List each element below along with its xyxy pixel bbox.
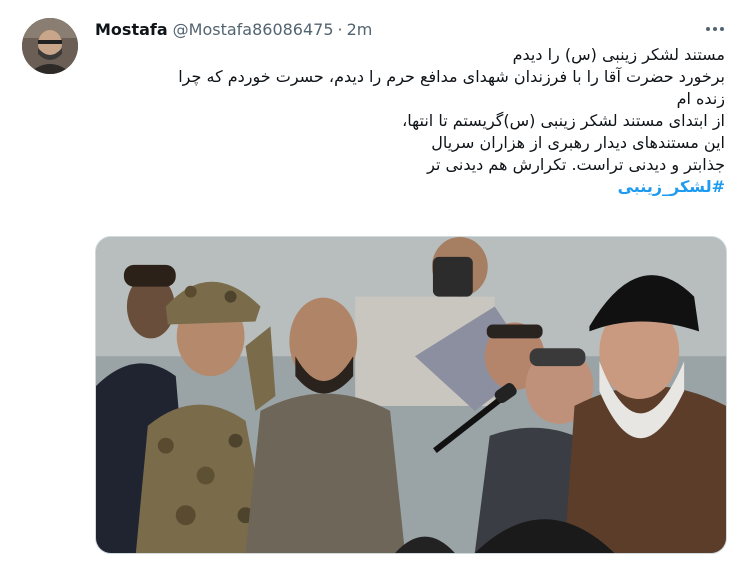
tweet-header: Mostafa @Mostafa86086475 · 2m	[95, 18, 372, 40]
tweet-line: برخورد حضرت آقا را با فرزندان شهدای مداف…	[178, 67, 725, 86]
tweet-text: مستند لشکر زینبی (س) را دیدم برخورد حضرت…	[95, 44, 725, 198]
avatar[interactable]	[22, 18, 78, 74]
hashtag-link[interactable]: #لشکر_زینبی	[95, 176, 725, 198]
tweet-line: از ابتدای مستند لشکر زینبی (س)گریستم تا …	[402, 111, 725, 130]
timestamp[interactable]: 2m	[347, 20, 373, 39]
tweet-line: این مستندهای دیدار رهبری از هزاران سریال	[431, 133, 725, 152]
tweet-line: جذابتر و دیدنی تراست. تکرارش هم دیدنی تر	[427, 155, 725, 174]
display-name[interactable]: Mostafa	[95, 20, 168, 39]
tweet-line: زنده ام	[676, 89, 725, 108]
avatar-image	[22, 18, 78, 74]
user-handle[interactable]: @Mostafa86086475	[173, 20, 334, 39]
media-photo	[96, 237, 726, 553]
more-horizontal-icon	[705, 27, 726, 31]
more-options-button[interactable]	[700, 14, 730, 44]
tweet-media-image[interactable]	[95, 236, 727, 554]
tweet: Mostafa @Mostafa86086475 · 2m مستند لشکر…	[0, 0, 748, 566]
tweet-line: مستند لشکر زینبی (س) را دیدم	[512, 45, 725, 64]
separator-dot: ·	[337, 19, 343, 39]
